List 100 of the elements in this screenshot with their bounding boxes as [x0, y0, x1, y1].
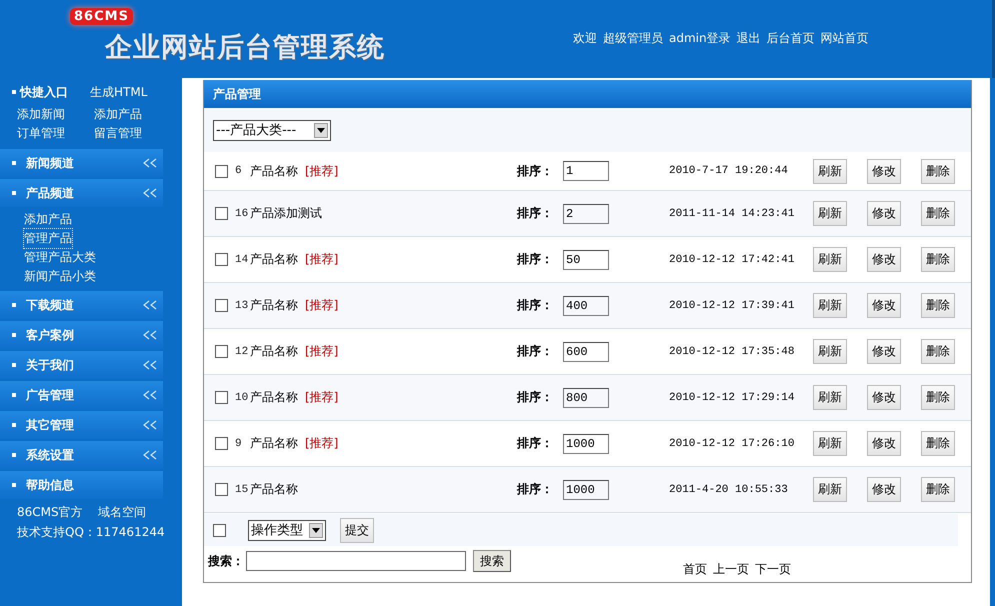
search-label: 搜索：: [208, 552, 244, 570]
menu-header[interactable]: 系统设置: [0, 441, 163, 469]
checkbox[interactable]: [215, 207, 228, 220]
action-button[interactable]: 删除: [921, 385, 955, 410]
sort-label: 排序：: [517, 389, 554, 406]
submenu-item[interactable]: 添加产品: [24, 210, 72, 229]
product-name: 产品名称: [250, 343, 298, 360]
product-name: 产品名称: [250, 481, 298, 498]
action-button[interactable]: 修改: [867, 247, 901, 272]
action-button[interactable]: 修改: [867, 431, 901, 456]
search-field[interactable]: [246, 551, 466, 571]
sort-field[interactable]: 1000: [563, 480, 609, 500]
action-button[interactable]: 删除: [921, 477, 955, 502]
action-button[interactable]: 刷新: [813, 431, 847, 456]
action-button[interactable]: 修改: [867, 339, 901, 364]
quick-link[interactable]: 添加产品: [94, 105, 174, 123]
checkbox[interactable]: [215, 437, 228, 450]
product-id: 15: [235, 484, 248, 496]
sort-label: 排序：: [517, 162, 554, 180]
checkbox[interactable]: [213, 524, 226, 536]
product-id: 10: [235, 392, 248, 404]
date-text: 2010-12-12 17:29:14: [669, 392, 796, 404]
sort-field[interactable]: 2: [563, 204, 609, 224]
submit-button[interactable]: 提交: [340, 518, 374, 542]
menu-header[interactable]: 帮助信息: [0, 471, 163, 499]
checkbox[interactable]: [215, 391, 228, 404]
page-link[interactable]: 首页: [683, 560, 707, 578]
action-button[interactable]: 刷新: [813, 339, 847, 364]
sort-field[interactable]: 400: [563, 296, 609, 316]
quick-link[interactable]: 生成HTML: [90, 84, 148, 100]
sort-field[interactable]: 50: [563, 250, 609, 270]
action-select[interactable]: 操作类型: [248, 520, 326, 540]
product-name: 产品添加测试: [250, 205, 322, 222]
date-text: 2010-7-17 19:20:44: [669, 165, 789, 177]
sort-field[interactable]: 1000: [563, 434, 609, 454]
date-text: 2010-12-12 17:35:48: [669, 346, 796, 358]
date-text: 2011-4-20 10:55:33: [669, 484, 789, 496]
action-button[interactable]: 删除: [921, 201, 955, 226]
product-id: 12: [235, 346, 248, 358]
menu-header[interactable]: 客户案例: [0, 321, 163, 349]
help-link[interactable]: 域名空间: [98, 502, 146, 522]
menu-header[interactable]: 广告管理: [0, 381, 163, 409]
category-select[interactable]: ---产品大类---: [213, 120, 331, 140]
menu-header[interactable]: 关于我们: [0, 351, 163, 379]
header-link[interactable]: 网站首页: [820, 30, 869, 47]
checkbox[interactable]: [215, 483, 228, 496]
sort-label: 排序：: [517, 297, 554, 314]
help-link[interactable]: 技术支持QQ：117461244: [17, 522, 165, 542]
sort-field[interactable]: 1: [563, 161, 609, 181]
page-link[interactable]: 上一页: [713, 560, 749, 578]
quick-link[interactable]: 订单管理: [17, 124, 94, 142]
action-button[interactable]: 修改: [867, 293, 901, 318]
action-button[interactable]: 删除: [921, 158, 955, 184]
submenu-item[interactable]: 管理产品: [24, 229, 72, 248]
menu-header[interactable]: 新闻频道: [0, 149, 163, 177]
action-button[interactable]: 刷新: [813, 293, 847, 318]
help-link[interactable]: 86CMS官方: [17, 502, 98, 522]
sort-field[interactable]: 800: [563, 388, 609, 408]
sort-label: 排序：: [517, 343, 554, 360]
header-link[interactable]: 退出: [736, 30, 761, 47]
dropdown-caret-icon[interactable]: [309, 522, 323, 538]
checkbox[interactable]: [215, 164, 228, 178]
action-button[interactable]: 修改: [867, 201, 901, 226]
action-button[interactable]: 删除: [921, 247, 955, 272]
panel-title: 产品管理: [213, 86, 261, 102]
action-button[interactable]: 删除: [921, 339, 955, 364]
submenu-item[interactable]: 管理产品大类: [24, 248, 96, 267]
section-title: 快捷入口: [20, 84, 69, 100]
sort-field[interactable]: 600: [563, 342, 609, 362]
action-button[interactable]: 修改: [867, 385, 901, 410]
menu-header[interactable]: 产品频道: [0, 179, 163, 207]
site-title: 企业网站后台管理系统: [105, 31, 385, 65]
action-button[interactable]: 删除: [921, 293, 955, 318]
action-button[interactable]: 刷新: [813, 477, 847, 502]
quick-link[interactable]: 留言管理: [94, 124, 174, 142]
action-button[interactable]: 修改: [867, 477, 901, 502]
action-button[interactable]: 刷新: [813, 247, 847, 272]
date-text: 2010-12-12 17:42:41: [669, 254, 796, 266]
sort-label: 排序：: [517, 251, 554, 268]
header-link[interactable]: admin登录: [669, 30, 731, 47]
checkbox[interactable]: [215, 299, 228, 312]
page-link[interactable]: 下一页: [755, 560, 791, 578]
header-link[interactable]: 后台首页: [766, 30, 815, 47]
recommend-tag: [推荐]: [305, 389, 338, 406]
action-button[interactable]: 修改: [867, 158, 901, 184]
product-id: 14: [235, 254, 248, 266]
action-button[interactable]: 删除: [921, 431, 955, 456]
quick-link[interactable]: 添加新闻: [17, 105, 94, 123]
submenu-item[interactable]: 新闻产品小类: [24, 267, 96, 286]
action-button[interactable]: 刷新: [813, 385, 847, 410]
menu-header[interactable]: 下载频道: [0, 291, 163, 319]
checkbox[interactable]: [215, 253, 228, 266]
checkbox[interactable]: [215, 345, 228, 358]
search-button[interactable]: 搜索: [473, 550, 511, 572]
action-button[interactable]: 刷新: [813, 201, 847, 226]
dropdown-caret-icon[interactable]: [314, 122, 328, 138]
menu-header[interactable]: 其它管理: [0, 411, 163, 439]
recommend-tag: [推荐]: [305, 435, 338, 452]
action-button[interactable]: 刷新: [813, 158, 847, 184]
product-id: 6: [235, 165, 242, 177]
